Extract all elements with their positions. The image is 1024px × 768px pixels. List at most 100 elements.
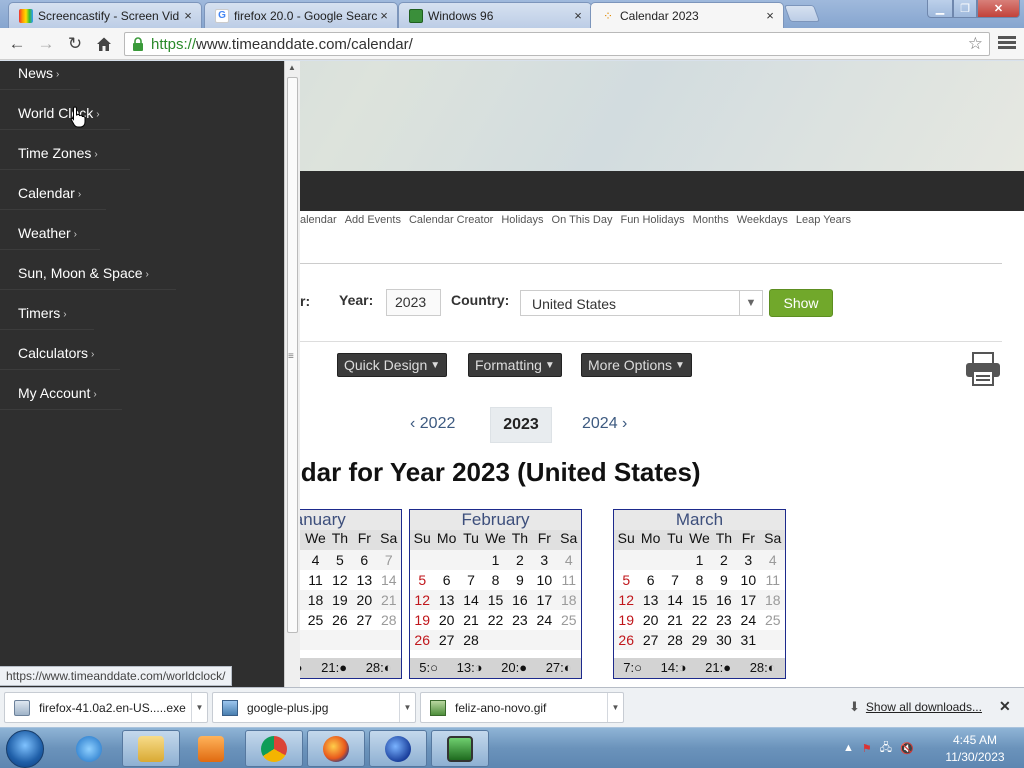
next-year-link[interactable]: 2024 › [582, 415, 627, 433]
more-options-button[interactable]: More Options ▼ [581, 353, 692, 377]
address-url: https://www.timeanddate.com/calendar/ [151, 36, 413, 53]
menu-item-weather[interactable]: Weather › [18, 225, 77, 241]
close-icon[interactable]: × [763, 8, 777, 23]
weekday-label: Th [331, 530, 349, 546]
bookmark-star-icon[interactable]: ☆ [968, 34, 983, 54]
address-bar[interactable]: https://www.timeanddate.com/calendar/ ☆ [124, 32, 990, 56]
show-button[interactable]: Show [769, 289, 833, 317]
clock-time[interactable]: 4:45 AM [940, 733, 1010, 747]
menu-item-news[interactable]: News › [18, 65, 59, 81]
day-cell: 14 [667, 592, 683, 608]
menu-item-world-clock[interactable]: World Clock › [18, 105, 100, 121]
action-center-flag-icon[interactable]: ⚑ [862, 742, 872, 755]
day-cell: 17 [740, 592, 757, 608]
close-icon[interactable]: × [181, 8, 195, 23]
menu-item-sun-moon-space[interactable]: Sun, Moon & Space › [18, 265, 149, 281]
subnav-link[interactable]: alendar [300, 214, 337, 230]
formatting-button[interactable]: Formatting ▼ [468, 353, 562, 377]
divider [0, 89, 80, 90]
tab-windows-96[interactable]: Windows 96 × [398, 2, 592, 28]
close-icon[interactable]: × [571, 8, 585, 23]
download-filename: firefox-41.0a2.en-US.....exe [39, 700, 186, 715]
media-player-icon[interactable] [182, 730, 240, 767]
day-cell: 6 [646, 572, 655, 588]
back-arrow-icon[interactable]: ← [6, 33, 28, 55]
menu-item-timers[interactable]: Timers › [18, 305, 67, 321]
clock-date[interactable]: 11/30/2023 [940, 750, 1010, 764]
divider [0, 209, 106, 210]
chevron-left-icon: ‹ [410, 415, 420, 432]
subnav-link[interactable]: Months [693, 214, 729, 230]
printer-icon[interactable] [964, 351, 1002, 387]
year-input[interactable]: 2023 [386, 289, 441, 316]
tab-calendar-2023[interactable]: ⁘ Calendar 2023 × [590, 2, 784, 28]
download-item[interactable]: firefox-41.0a2.en-US.....exe ▼ [4, 692, 208, 723]
show-all-downloads-label: Show all downloads... [865, 700, 982, 714]
subnav-link[interactable]: Calendar Creator [409, 214, 493, 230]
close-window-button[interactable]: ✕ [977, 0, 1020, 18]
chrome-icon[interactable] [245, 730, 303, 767]
moon-phase: 21:● [705, 660, 732, 675]
side-menu-scrollbar[interactable]: ▲ ≡ [284, 61, 300, 687]
new-tab-button[interactable] [783, 5, 821, 22]
volume-muted-icon[interactable]: 🔇 [900, 742, 914, 755]
close-icon[interactable]: × [377, 8, 391, 23]
download-item[interactable]: google-plus.jpg ▼ [212, 692, 416, 723]
menu-item-label: Weather [18, 225, 71, 241]
firefox-nightly-icon[interactable] [369, 730, 427, 767]
folder-icon [138, 735, 164, 762]
reload-icon[interactable]: ↻ [64, 33, 86, 55]
scroll-up-arrow-icon[interactable]: ▲ [288, 63, 296, 72]
tab-screencastify[interactable]: Screencastify - Screen Vid × [8, 2, 202, 28]
subnav-link[interactable]: On This Day [552, 214, 613, 230]
tray-expand-icon[interactable]: ▲ [843, 742, 854, 754]
home-icon[interactable] [93, 33, 115, 55]
quick-design-button[interactable]: Quick Design ▼ [337, 353, 448, 377]
show-all-downloads-link[interactable]: ⬇ Show all downloads... [849, 699, 982, 715]
browser-menu-icon[interactable] [998, 34, 1016, 54]
download-filename: google-plus.jpg [247, 700, 329, 715]
installer-icon [14, 699, 30, 716]
country-select[interactable]: United States ▼ [520, 290, 763, 316]
close-icon[interactable]: ✕ [999, 698, 1011, 715]
subnav-link[interactable]: Weekdays [737, 214, 788, 230]
chevron-down-icon[interactable]: ▼ [739, 291, 762, 315]
day-cell: 9 [516, 572, 524, 588]
menu-item-calculators[interactable]: Calculators › [18, 345, 94, 361]
day-cell [532, 630, 556, 650]
internet-explorer-icon[interactable] [60, 730, 118, 767]
network-icon[interactable]: 🖧 [880, 739, 892, 758]
calendar-title-text: Calendar for Year 2023 (United States) [230, 457, 701, 487]
previous-year-link[interactable]: ‹ 2022 [410, 415, 455, 433]
firefox-icon[interactable] [307, 730, 365, 767]
day-cell: 26 [332, 612, 348, 628]
tab-google-search[interactable]: G firefox 20.0 - Google Searc × [204, 2, 398, 28]
weekday-label: Mo [640, 530, 661, 546]
menu-item-my-account[interactable]: My Account › [18, 385, 97, 401]
minimize-button[interactable]: ▁ [927, 0, 953, 18]
day-cell: 27 [642, 632, 659, 648]
subnav-link[interactable]: Leap Years [796, 214, 851, 230]
file-explorer-icon[interactable] [122, 730, 180, 767]
menu-item-calendar[interactable]: Calendar › [18, 185, 81, 201]
chevron-down-icon[interactable]: ▼ [191, 693, 207, 722]
chevron-down-icon[interactable]: ▼ [399, 693, 415, 722]
task-manager-icon[interactable] [431, 730, 489, 767]
moon-phase: 28:◐ [365, 660, 392, 675]
maximize-button[interactable]: ❐ [953, 0, 977, 18]
chevron-down-icon[interactable]: ▼ [607, 693, 623, 722]
subnav-link[interactable]: Holidays [501, 214, 543, 230]
download-arrow-icon: ⬇ [849, 699, 860, 714]
day-cell: 18 [764, 592, 781, 608]
download-item[interactable]: feliz-ano-novo.gif ▼ [420, 692, 624, 723]
day-cell: 12 [332, 572, 348, 588]
start-button[interactable] [6, 730, 44, 768]
forward-arrow-icon[interactable]: → [35, 33, 57, 55]
subnav-link[interactable]: Add Events [345, 214, 401, 230]
day-cell: 5 [418, 572, 427, 588]
menu-item-time-zones[interactable]: Time Zones › [18, 145, 98, 161]
weekday-header: Su Mo Tu We Th Fr Sa [410, 530, 581, 550]
day-cell: 13 [642, 592, 659, 608]
moon-phase: 21:● [321, 660, 348, 675]
subnav-link[interactable]: Fun Holidays [620, 214, 684, 230]
